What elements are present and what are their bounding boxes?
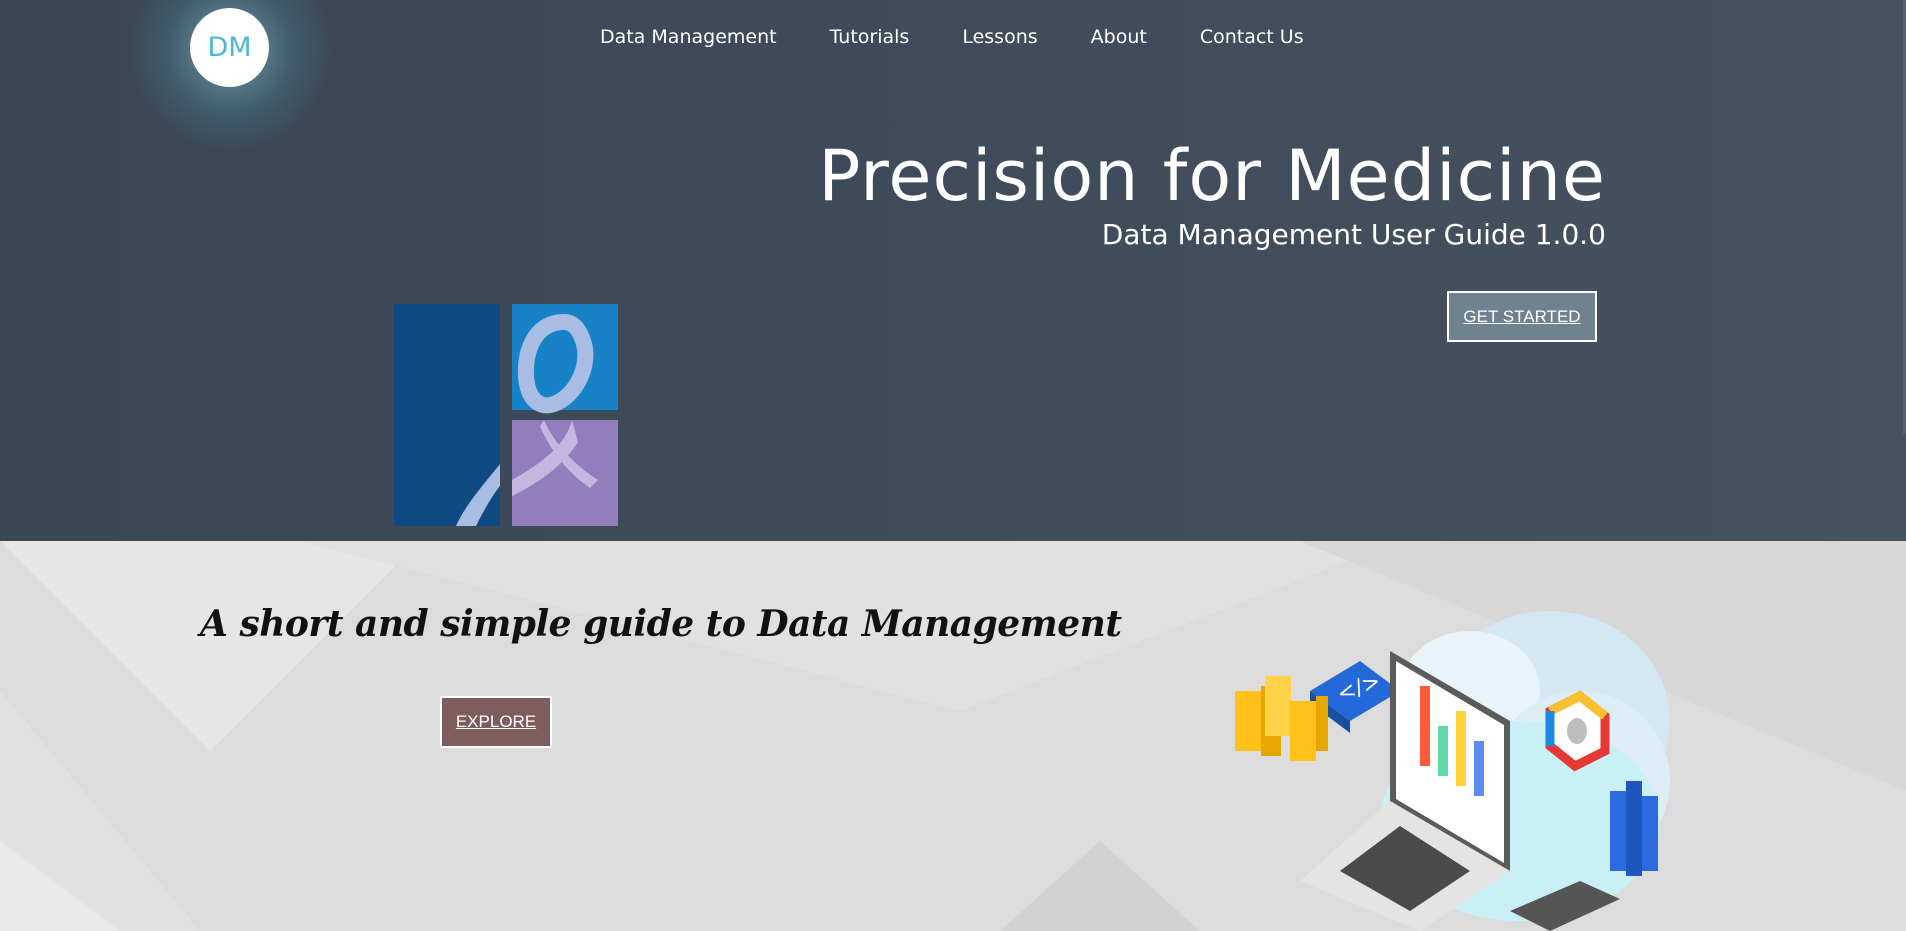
nav-tutorials[interactable]: Tutorials bbox=[830, 26, 910, 48]
get-started-button[interactable]: GET STARTED bbox=[1447, 291, 1597, 342]
nav-about[interactable]: About bbox=[1091, 26, 1147, 48]
site-logo[interactable]: DM bbox=[190, 8, 269, 87]
hero-section: DM Data Management Tutorials Lessons Abo… bbox=[0, 0, 1906, 541]
explore-button[interactable]: EXPLORE bbox=[440, 696, 552, 748]
intro-section: A short and simple guide to Data Managem… bbox=[0, 541, 1906, 931]
ribbon-logo-icon bbox=[394, 304, 618, 526]
hero-subtitle: Data Management User Guide 1.0.0 bbox=[1101, 218, 1606, 251]
hero-title: Precision for Medicine bbox=[818, 135, 1606, 217]
main-nav: Data Management Tutorials Lessons About … bbox=[600, 26, 1304, 48]
nav-lessons[interactable]: Lessons bbox=[962, 26, 1037, 48]
nav-data-management[interactable]: Data Management bbox=[600, 26, 777, 48]
cloud-data-analytics-icon: </> bbox=[1235, 611, 1670, 931]
tagline: A short and simple guide to Data Managem… bbox=[200, 603, 1122, 645]
nav-contact-us[interactable]: Contact Us bbox=[1200, 26, 1304, 48]
logo-text: DM bbox=[207, 32, 252, 63]
